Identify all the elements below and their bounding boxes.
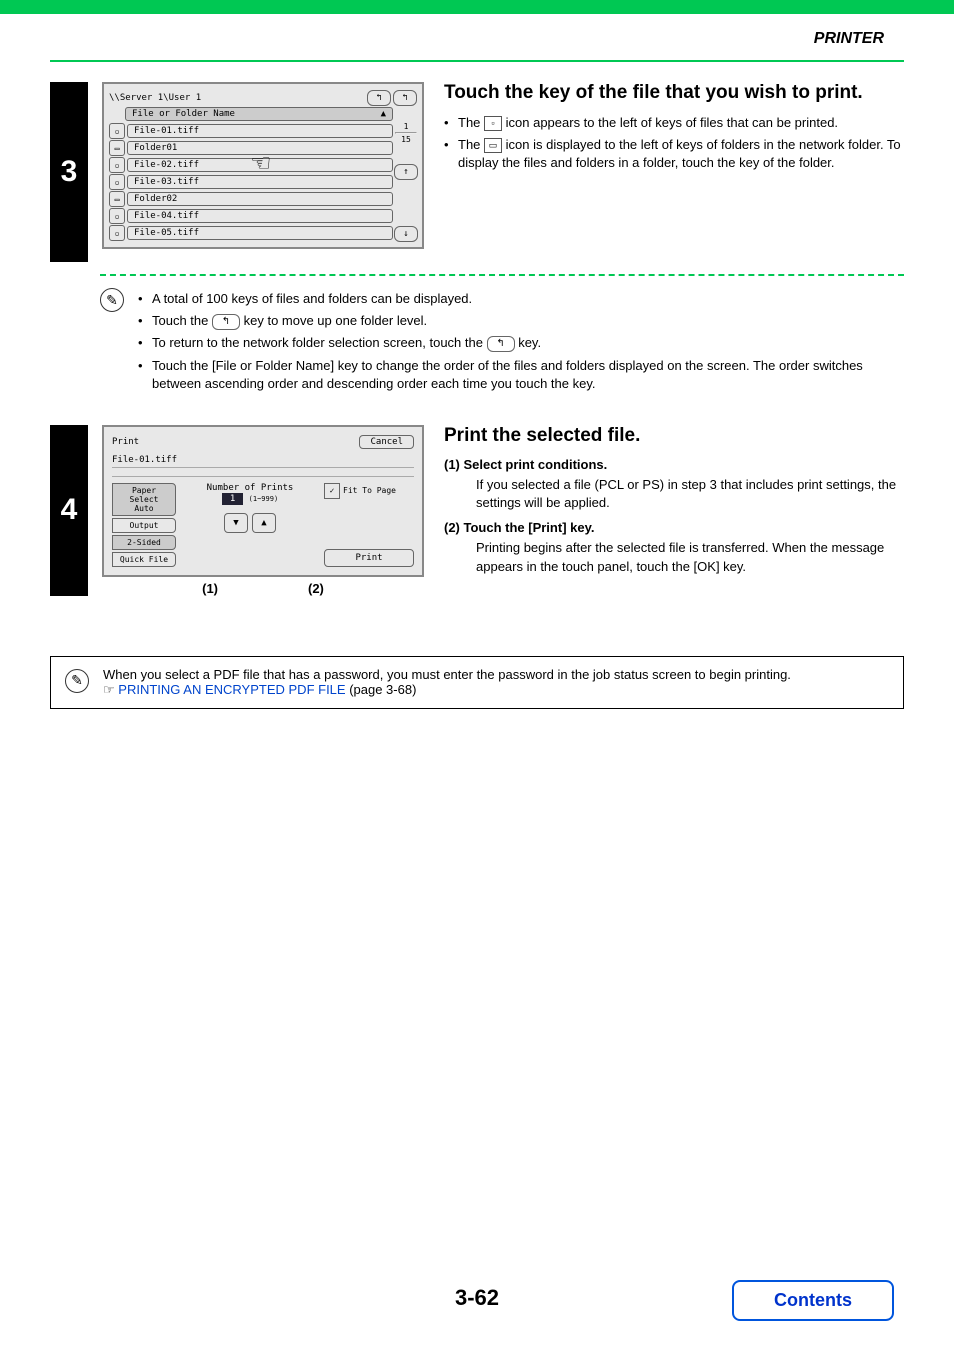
sub1-label: (1) Select print conditions. bbox=[444, 457, 904, 472]
sub2-label: (2) Touch the [Print] key. bbox=[444, 520, 904, 535]
path-label: \\Server 1\User 1 bbox=[109, 93, 365, 103]
note-pencil-icon: ✎ bbox=[100, 288, 124, 312]
up-key-icon: ↰ bbox=[212, 314, 240, 330]
decrement-button[interactable]: ▼ bbox=[224, 513, 248, 533]
header-rule bbox=[50, 60, 904, 62]
step3-bullet-1: The ▫ icon appears to the left of keys o… bbox=[444, 114, 904, 132]
callout-1: (1) bbox=[202, 581, 218, 596]
contents-button[interactable]: Contents bbox=[732, 1280, 894, 1321]
folder-inline-icon: ▭ bbox=[484, 138, 502, 153]
file-inline-icon: ▫ bbox=[484, 116, 502, 131]
page-indicator: 115 bbox=[395, 122, 417, 144]
encrypted-pdf-link[interactable]: PRINTING AN ENCRYPTED PDF FILE bbox=[118, 682, 345, 697]
note-3: To return to the network folder selectio… bbox=[138, 334, 904, 352]
network-key-icon: ↰ bbox=[487, 336, 515, 352]
output-tab[interactable]: Output bbox=[112, 518, 176, 533]
step3-title: Touch the key of the file that you wish … bbox=[444, 82, 904, 104]
encrypted-pdf-note: ✎ When you select a PDF file that has a … bbox=[50, 656, 904, 709]
prints-value[interactable]: 1 bbox=[222, 493, 243, 505]
increment-button[interactable]: ▲ bbox=[252, 513, 276, 533]
sort-arrow-icon: ▲ bbox=[381, 109, 386, 119]
step4-title: Print the selected file. bbox=[444, 425, 904, 447]
top-highlight bbox=[0, 0, 954, 14]
print-button[interactable]: Print bbox=[324, 549, 414, 567]
file-item[interactable]: File-01.tiff bbox=[127, 124, 393, 138]
file-icon: ▫ bbox=[109, 208, 125, 224]
callout-2: (2) bbox=[308, 581, 324, 596]
selected-file: File-01.tiff bbox=[112, 453, 414, 468]
file-icon: ▫ bbox=[109, 123, 125, 139]
file-item[interactable]: File-05.tiff bbox=[127, 226, 393, 240]
print-title: Print bbox=[112, 437, 139, 447]
note-4: Touch the [File or Folder Name] key to c… bbox=[138, 357, 904, 393]
two-sided-tab[interactable]: 2-Sided bbox=[112, 535, 176, 550]
sort-header[interactable]: File or Folder Name▲ bbox=[125, 107, 393, 121]
pointer-hand-icon: ☜ bbox=[250, 149, 272, 178]
folder-item[interactable]: Folder02 bbox=[127, 192, 393, 206]
file-item[interactable]: File-04.tiff bbox=[127, 209, 393, 223]
number-of-prints-label: Number of Prints bbox=[184, 483, 316, 493]
scroll-up-icon[interactable]: ↑ bbox=[394, 164, 418, 180]
file-icon: ▫ bbox=[109, 157, 125, 173]
quick-file-tab[interactable]: Quick File bbox=[112, 552, 176, 567]
folder-icon: ▭ bbox=[109, 140, 125, 156]
note-1: A total of 100 keys of files and folders… bbox=[138, 290, 904, 308]
folder-icon: ▭ bbox=[109, 191, 125, 207]
fit-to-page-label: Fit To Page bbox=[343, 486, 396, 495]
step-number-3: 3 bbox=[50, 82, 88, 262]
dashed-separator bbox=[100, 274, 904, 276]
up-network-icon[interactable]: ↰ bbox=[393, 90, 417, 106]
header-title: PRINTER bbox=[814, 30, 884, 47]
up-folder-icon[interactable]: ↰ bbox=[367, 90, 391, 106]
scroll-down-icon[interactable]: ↓ bbox=[394, 226, 418, 242]
paper-select-tab[interactable]: Paper SelectAuto bbox=[112, 483, 176, 516]
step3-bullet-2: The ▭ icon is displayed to the left of k… bbox=[444, 136, 904, 172]
cancel-button[interactable]: Cancel bbox=[359, 435, 414, 449]
prints-range: (1~999) bbox=[249, 495, 279, 503]
step-number-4: 4 bbox=[50, 425, 88, 596]
note-pencil-icon: ✎ bbox=[65, 669, 89, 693]
note-2: Touch the ↰ key to move up one folder le… bbox=[138, 312, 904, 330]
file-icon: ▫ bbox=[109, 225, 125, 241]
fit-to-page-checkbox[interactable]: ✓ bbox=[324, 483, 340, 499]
sub2-text: Printing begins after the selected file … bbox=[476, 539, 904, 575]
file-icon: ▫ bbox=[109, 174, 125, 190]
sub1-text: If you selected a file (PCL or PS) in st… bbox=[476, 476, 904, 512]
print-panel: Print Cancel File-01.tiff Paper SelectAu… bbox=[102, 425, 424, 577]
